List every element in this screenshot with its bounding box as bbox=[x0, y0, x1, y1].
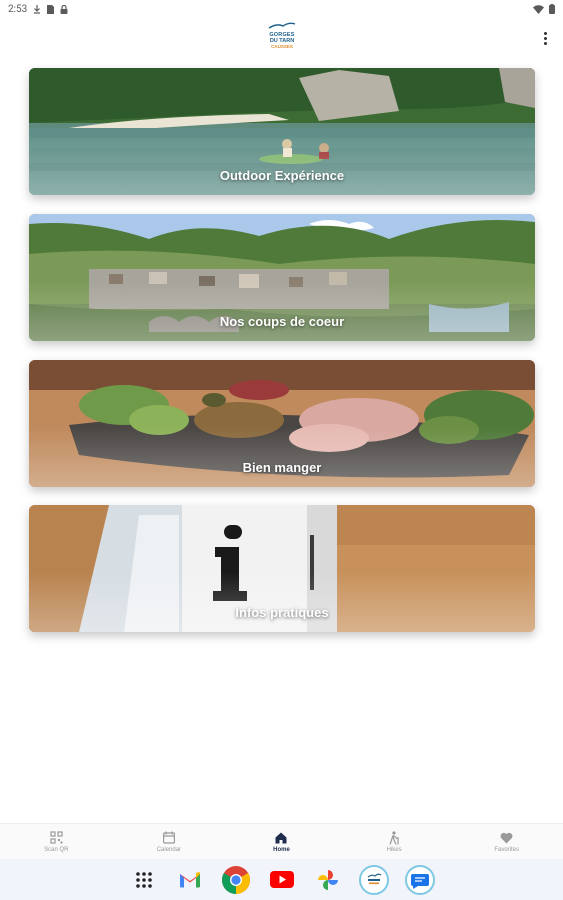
download-icon bbox=[33, 4, 41, 14]
nav-label: Calendar bbox=[156, 846, 182, 853]
card-outdoor-experience[interactable]: Outdoor Expérience bbox=[29, 68, 535, 195]
nav-label: Scan QR bbox=[44, 846, 69, 853]
nav-home[interactable]: Home bbox=[225, 824, 338, 859]
nav-label: Hikes bbox=[386, 846, 402, 853]
card-title: Nos coups de coeur bbox=[219, 314, 345, 329]
chrome-icon[interactable] bbox=[220, 864, 252, 896]
card-title: Bien manger bbox=[242, 460, 322, 475]
card-nos-coups-de-coeur[interactable]: Nos coups de coeur bbox=[29, 214, 535, 341]
lock-icon bbox=[60, 4, 68, 14]
app-header: GORGES DU TARN CAUSSES bbox=[0, 18, 563, 58]
nav-hikes[interactable]: Hikes bbox=[338, 824, 451, 859]
wifi-icon bbox=[533, 4, 544, 14]
nav-label: Home bbox=[273, 846, 290, 853]
nav-favorites[interactable]: Favorites bbox=[450, 824, 563, 859]
nav-scan-qr[interactable]: Scan QR bbox=[0, 824, 113, 859]
heart-icon bbox=[500, 831, 514, 845]
qr-code-icon bbox=[49, 831, 63, 845]
status-bar: 2:53 bbox=[0, 0, 563, 18]
gmail-icon[interactable] bbox=[174, 864, 206, 896]
nav-calendar[interactable]: Calendar bbox=[113, 824, 226, 859]
nav-label: Favorites bbox=[494, 846, 520, 853]
bird-logo-icon bbox=[268, 22, 296, 29]
card-bien-manger[interactable]: Bien manger bbox=[29, 360, 535, 487]
photos-icon[interactable] bbox=[312, 864, 344, 896]
brand-logo[interactable]: GORGES DU TARN CAUSSES bbox=[262, 22, 302, 56]
battery-icon bbox=[549, 4, 555, 14]
more-vertical-icon[interactable] bbox=[538, 28, 552, 48]
card-infos-pratiques[interactable]: Infos pratiques bbox=[29, 505, 535, 632]
calendar-icon bbox=[162, 831, 176, 845]
card-title: Infos pratiques bbox=[235, 605, 329, 620]
sim-card-icon bbox=[47, 4, 55, 14]
messages-icon[interactable] bbox=[404, 864, 436, 896]
home-icon bbox=[274, 831, 288, 845]
logo-line-3: CAUSSES bbox=[271, 44, 293, 49]
app-grid-icon[interactable] bbox=[128, 864, 160, 896]
status-time: 2:53 bbox=[8, 3, 28, 15]
bottom-navigation: Scan QR Calendar Home Hikes Favorites bbox=[0, 823, 563, 859]
system-taskbar bbox=[0, 859, 563, 900]
hiking-icon bbox=[387, 830, 401, 845]
youtube-icon[interactable] bbox=[266, 864, 298, 896]
card-title: Outdoor Expérience bbox=[219, 168, 345, 183]
gorges-du-tarn-app-icon[interactable] bbox=[358, 864, 390, 896]
